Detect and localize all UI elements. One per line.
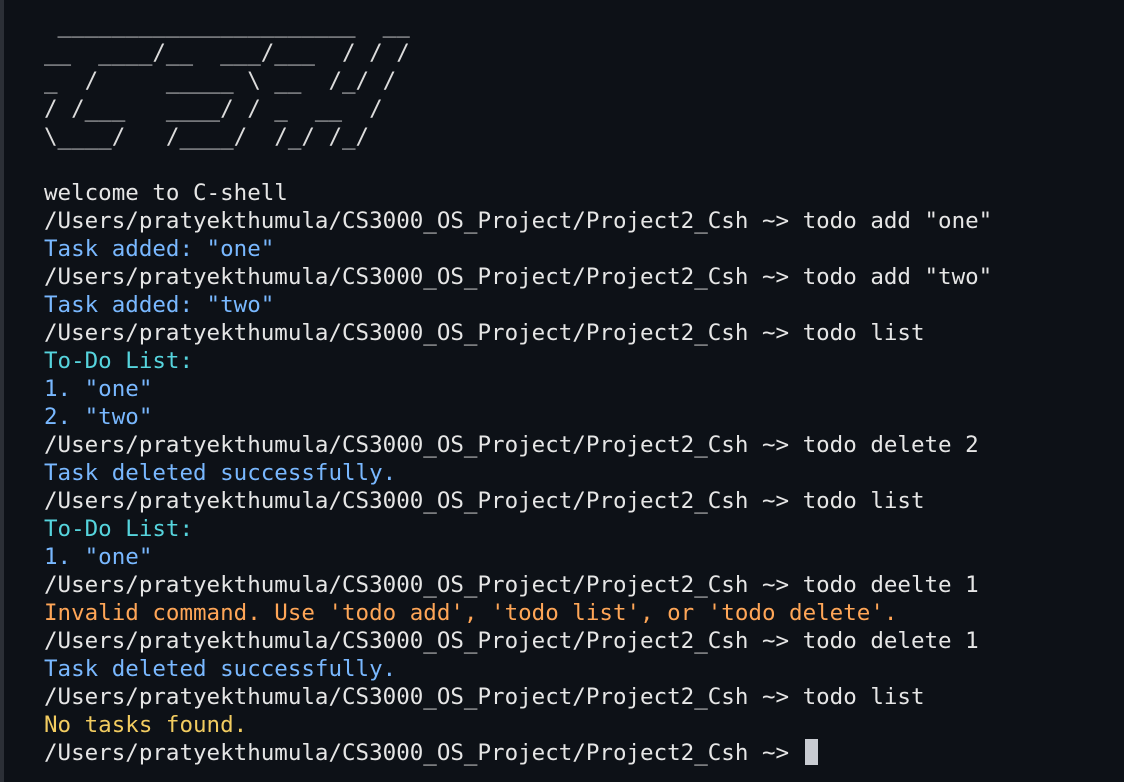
command-line: /Users/pratyekthumula/CS3000_OS_Project/… bbox=[44, 628, 979, 654]
command-line: /Users/pratyekthumula/CS3000_OS_Project/… bbox=[44, 208, 993, 234]
terminal-output: /Users/pratyekthumula/CS3000_OS_Project/… bbox=[44, 207, 1124, 739]
list-item: 1. "one" bbox=[44, 544, 153, 570]
ascii-banner: ______________________ __ __ ____/__ ___… bbox=[44, 11, 1124, 151]
command-line: /Users/pratyekthumula/CS3000_OS_Project/… bbox=[44, 488, 925, 514]
window-edge bbox=[0, 0, 4, 782]
welcome-message: welcome to C-shell bbox=[44, 180, 288, 206]
output-line: Task added: "two" bbox=[44, 292, 275, 318]
output-line: Task deleted successfully. bbox=[44, 656, 397, 682]
banner-line: __ ____/__ ___/___ / / / bbox=[44, 40, 410, 66]
banner-line: / /___ ____/ / _ __ / bbox=[44, 96, 383, 122]
prompt-text: /Users/pratyekthumula/CS3000_OS_Project/… bbox=[44, 740, 803, 766]
output-line: Task deleted successfully. bbox=[44, 460, 397, 486]
command-line: /Users/pratyekthumula/CS3000_OS_Project/… bbox=[44, 264, 993, 290]
text-cursor[interactable] bbox=[804, 739, 818, 765]
active-prompt[interactable]: /Users/pratyekthumula/CS3000_OS_Project/… bbox=[44, 739, 1124, 767]
error-message: Invalid command. Use 'todo add', 'todo l… bbox=[44, 600, 898, 626]
banner-line: _ / _____ \ __ /_/ / bbox=[44, 68, 397, 94]
command-line: /Users/pratyekthumula/CS3000_OS_Project/… bbox=[44, 684, 925, 710]
list-item: 1. "one" bbox=[44, 376, 153, 402]
command-line: /Users/pratyekthumula/CS3000_OS_Project/… bbox=[44, 320, 925, 346]
command-line: /Users/pratyekthumula/CS3000_OS_Project/… bbox=[44, 432, 979, 458]
list-item: 2. "two" bbox=[44, 404, 153, 430]
list-header: To-Do List: bbox=[44, 348, 194, 374]
command-line: /Users/pratyekthumula/CS3000_OS_Project/… bbox=[44, 572, 979, 598]
banner-line: ______________________ __ bbox=[44, 12, 410, 38]
terminal-window[interactable]: ______________________ __ __ ____/__ ___… bbox=[0, 0, 1124, 782]
list-header: To-Do List: bbox=[44, 516, 194, 542]
banner-line: \____/ /____/ /_/ /_/ bbox=[44, 124, 370, 150]
warning-message: No tasks found. bbox=[44, 712, 248, 738]
output-line: Task added: "one" bbox=[44, 236, 275, 262]
